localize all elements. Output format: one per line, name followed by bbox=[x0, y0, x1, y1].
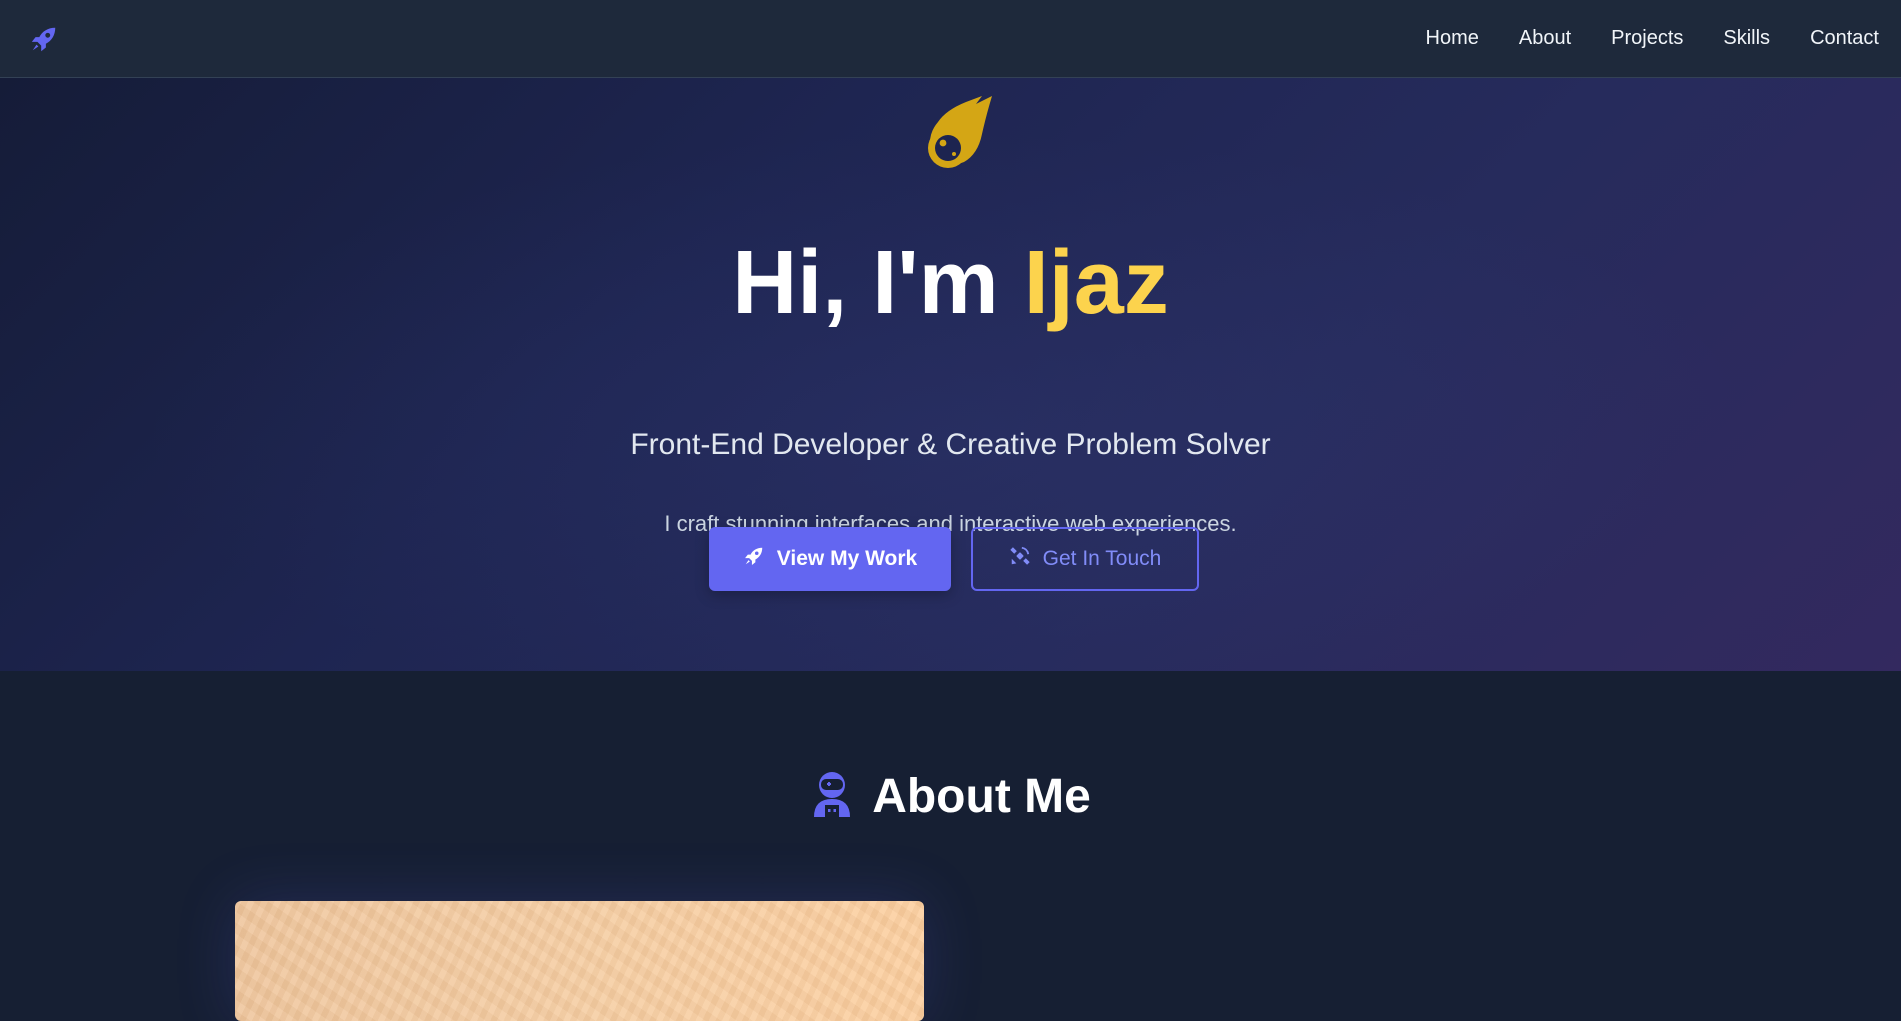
hero-subtitle: Front-End Developer & Creative Problem S… bbox=[630, 428, 1271, 461]
nav-link-about[interactable]: About bbox=[1519, 27, 1571, 50]
rocket-icon[interactable] bbox=[28, 23, 60, 55]
nav-link-contact[interactable]: Contact bbox=[1810, 27, 1879, 50]
get-in-touch-label: Get In Touch bbox=[1042, 547, 1162, 570]
hero-title: Hi, I'm Ijaz bbox=[0, 228, 1901, 338]
about-heading: About Me bbox=[0, 769, 1901, 824]
view-my-work-button[interactable]: View My Work bbox=[709, 527, 951, 591]
about-title: About Me bbox=[872, 770, 1091, 823]
rocket-icon bbox=[743, 545, 765, 573]
hero-title-prefix: Hi, I'm bbox=[732, 233, 1024, 333]
about-image bbox=[235, 901, 924, 1021]
get-in-touch-button[interactable]: Get In Touch bbox=[971, 527, 1199, 591]
hero-section: Hi, I'm Ijaz Front-End Developer & Creat… bbox=[0, 78, 1901, 671]
nav-link-home[interactable]: Home bbox=[1426, 27, 1479, 50]
satellite-icon bbox=[1009, 545, 1031, 573]
nav-links: Home About Projects Skills Contact bbox=[1426, 27, 1879, 50]
nav-link-skills[interactable]: Skills bbox=[1723, 27, 1770, 50]
meteor-icon bbox=[912, 96, 992, 176]
nav-link-projects[interactable]: Projects bbox=[1611, 27, 1683, 50]
view-my-work-label: View My Work bbox=[776, 547, 918, 570]
astronaut-icon bbox=[810, 771, 854, 822]
about-section: About Me bbox=[0, 671, 1901, 1021]
navbar: Home About Projects Skills Contact bbox=[0, 0, 1901, 78]
hero-title-name: Ijaz bbox=[1023, 233, 1169, 333]
